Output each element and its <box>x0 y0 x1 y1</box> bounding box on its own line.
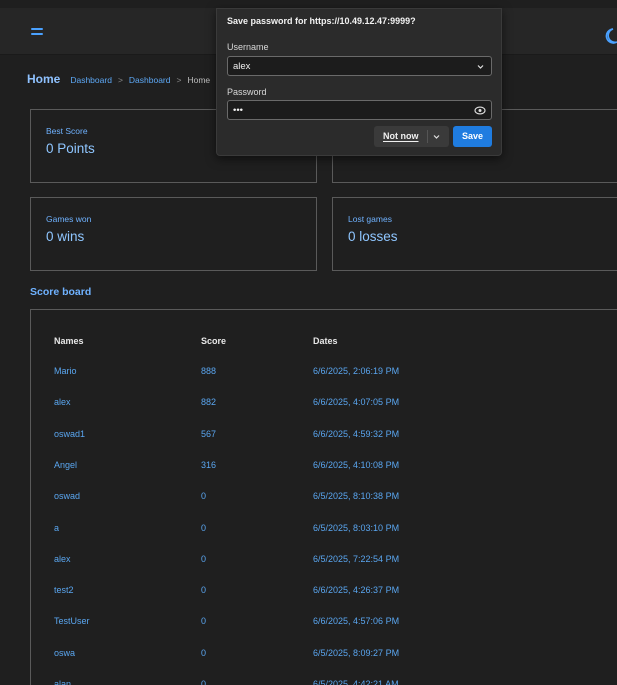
cell-score: 0 <box>201 616 207 627</box>
moon-icon[interactable] <box>604 28 617 44</box>
cell-score: 0 <box>201 553 207 564</box>
cell-score: 0 <box>201 491 207 502</box>
table-row[interactable]: alex 882 6/6/2025, 4:07:05 PM <box>31 397 617 417</box>
cell-name: oswad <box>54 491 81 502</box>
table-row[interactable]: alex 0 6/5/2025, 7:22:54 PM <box>31 554 617 574</box>
password-label: Password <box>227 87 267 97</box>
column-header-names: Names <box>54 336 84 346</box>
lost-games-card: Lost games 0 losses <box>332 197 617 271</box>
breadcrumb-link-dashboard[interactable]: Dashboard <box>70 75 112 85</box>
cell-score: 888 <box>201 366 217 376</box>
password-value: ••• <box>233 105 243 116</box>
cell-date: 6/5/2025, 8:10:38 PM <box>313 491 400 502</box>
column-header-score: Score <box>201 336 227 346</box>
breadcrumb-current: Home <box>187 75 211 85</box>
games-won-value: 0 wins <box>46 229 85 244</box>
cell-name: Angel <box>54 459 78 470</box>
eye-icon[interactable] <box>474 105 486 116</box>
table-row[interactable]: oswad 0 6/5/2025, 8:10:38 PM <box>31 491 617 511</box>
cell-date: 6/5/2025, 4:42:21 AM <box>313 679 399 685</box>
cell-name: TestUser <box>54 616 90 627</box>
cell-name: alex <box>54 553 71 564</box>
cell-date: 6/6/2025, 4:26:37 PM <box>313 585 400 596</box>
cell-date: 6/6/2025, 4:10:08 PM <box>313 459 400 470</box>
cell-name: oswad1 <box>54 428 86 439</box>
username-field[interactable]: alex <box>227 56 492 76</box>
username-value: alex <box>233 61 251 72</box>
cell-score: 0 <box>201 679 207 685</box>
lost-games-label: Lost games <box>348 214 392 224</box>
hamburger-icon[interactable] <box>31 28 43 38</box>
not-now-button[interactable]: Not now <box>374 126 449 147</box>
column-header-dates: Dates <box>313 336 338 346</box>
table-row[interactable]: Angel 316 6/6/2025, 4:10:08 PM <box>31 460 617 480</box>
cell-name: alan <box>54 679 72 685</box>
best-score-value: 0 Points <box>46 141 95 156</box>
save-button[interactable]: Save <box>453 126 492 147</box>
breadcrumb-separator: > <box>117 75 123 85</box>
cell-score: 0 <box>201 647 207 658</box>
cell-date: 6/6/2025, 4:59:32 PM <box>313 428 400 439</box>
password-field[interactable]: ••• <box>227 100 492 120</box>
popup-title: Save password for https://10.49.12.47:99… <box>227 16 416 26</box>
scoreboard-title: Score board <box>30 286 92 298</box>
breadcrumb-separator: > <box>176 75 182 85</box>
games-won-label: Games won <box>46 214 92 224</box>
cell-name: oswa <box>54 647 76 658</box>
best-score-label: Best Score <box>46 126 88 136</box>
breadcrumb: Home Dashboard > Dashboard > Home <box>27 72 210 86</box>
chevron-down-icon[interactable] <box>432 132 441 141</box>
cell-date: 6/5/2025, 8:03:10 PM <box>313 522 400 533</box>
breadcrumb-link-dashboard-2[interactable]: Dashboard <box>129 75 171 85</box>
cell-date: 6/6/2025, 2:06:19 PM <box>313 366 400 376</box>
not-now-label: Not now <box>383 131 419 141</box>
save-label: Save <box>462 131 484 141</box>
dashboard-page: Home Dashboard > Dashboard > Home Best S… <box>0 0 617 685</box>
cell-date: 6/5/2025, 8:09:27 PM <box>313 647 400 658</box>
cell-date: 6/5/2025, 7:22:54 PM <box>313 553 400 564</box>
cell-score: 0 <box>201 585 207 596</box>
games-won-card: Games won 0 wins <box>30 197 317 271</box>
username-label: Username <box>227 42 269 52</box>
table-row[interactable]: oswa 0 6/5/2025, 8:09:27 PM <box>31 648 617 668</box>
table-row[interactable]: test2 0 6/6/2025, 4:26:37 PM <box>31 585 617 605</box>
table-row[interactable]: Mario 888 6/6/2025, 2:06:19 PM <box>31 366 617 386</box>
cell-score: 567 <box>201 428 217 439</box>
cell-name: alex <box>54 397 71 408</box>
cell-name: Mario <box>54 366 77 376</box>
cell-score: 316 <box>201 459 217 470</box>
cell-name: test2 <box>54 585 74 596</box>
table-row[interactable]: alan 0 6/5/2025, 4:42:21 AM <box>31 679 617 685</box>
table-row[interactable]: oswad1 567 6/6/2025, 4:59:32 PM <box>31 429 617 449</box>
cell-name: a <box>54 522 60 533</box>
cell-date: 6/6/2025, 4:57:06 PM <box>313 616 400 627</box>
cell-date: 6/6/2025, 4:07:05 PM <box>313 397 400 408</box>
save-password-popup: Save password for https://10.49.12.47:99… <box>216 8 502 156</box>
button-divider <box>427 130 428 143</box>
lost-games-value: 0 losses <box>348 229 398 244</box>
cell-score: 0 <box>201 522 207 533</box>
chevron-down-icon[interactable] <box>476 62 485 71</box>
page-title: Home <box>27 72 61 86</box>
cell-score: 882 <box>201 397 217 408</box>
table-row[interactable]: a 0 6/5/2025, 8:03:10 PM <box>31 523 617 543</box>
scoreboard-table: Names Score Dates Mario 888 6/6/2025, 2:06… <box>30 309 617 685</box>
table-row[interactable]: TestUser 0 6/6/2025, 4:57:06 PM <box>31 616 617 636</box>
